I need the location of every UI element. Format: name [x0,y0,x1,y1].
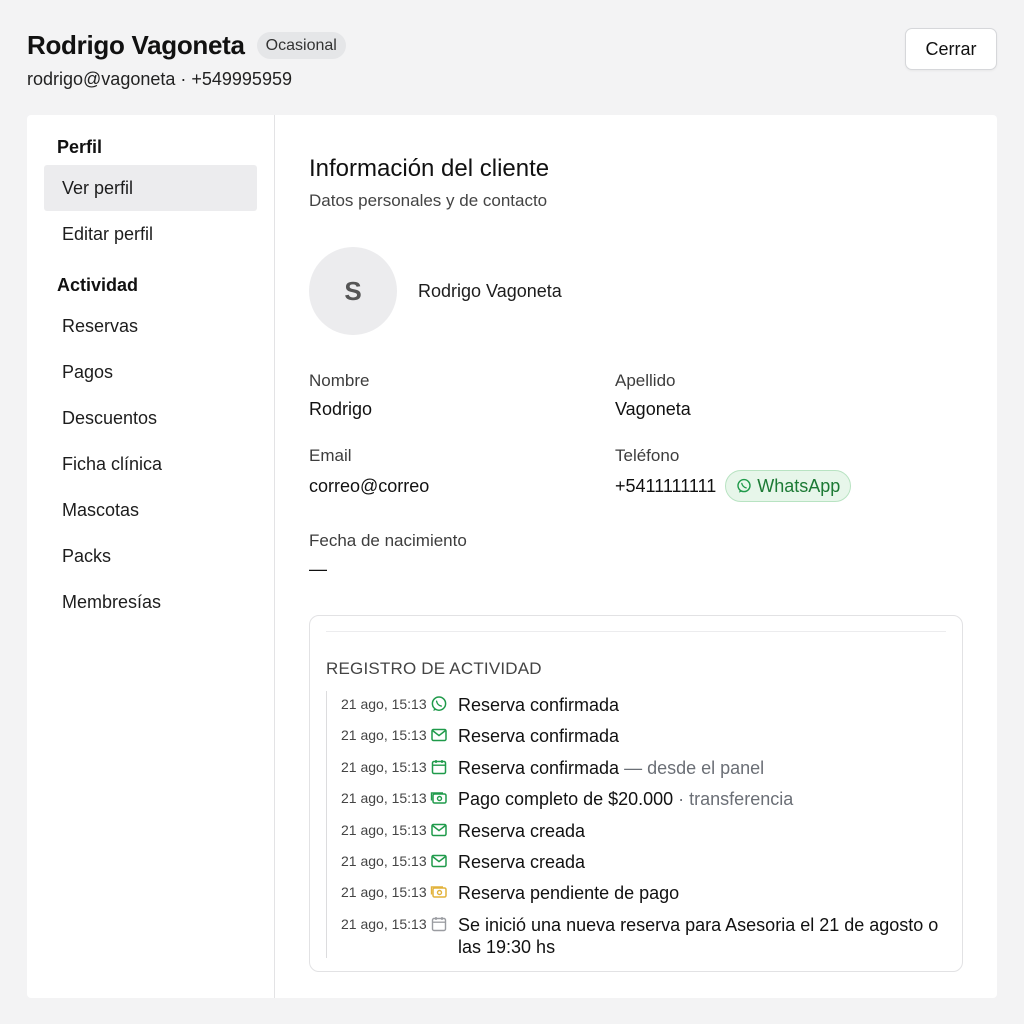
log-text: Reserva creada [458,848,946,873]
log-text: Reserva creada [458,817,946,842]
close-button[interactable]: Cerrar [905,28,997,70]
log-event: Reserva creada [458,820,586,841]
sidebar-section-actividad: Actividad [57,275,139,295]
log-text: Reserva confirmada [458,691,946,716]
log-time: 21 ago, 15:13 [341,915,427,932]
field-apellido: Apellido Vagoneta [615,371,691,420]
log-event: Reserva creada [458,851,586,872]
sidebar-item-mascotas[interactable]: Mascotas [44,487,257,533]
client-contact-subtitle: rodrigo@vagoneta · +549995959 [27,69,292,89]
field-value: Rodrigo [309,399,373,419]
phone-value: +5411111111 [615,475,717,496]
log-text: Reserva pendiente de pago [458,879,946,904]
log-text: Reserva confirmada — desde el panel [458,754,946,779]
sidebar-item-ficha-clinica[interactable]: Ficha clínica [44,441,257,487]
log-time: 21 ago, 15:13 [341,790,427,807]
field-nacimiento: Fecha de nacimiento — [309,531,467,580]
client-name: Rodrigo Vagoneta [27,30,245,60]
sidebar-item-reservas[interactable]: Reservas [44,303,257,349]
section-title: Información del cliente [309,155,550,182]
field-label: Email [309,446,352,465]
log-event: Reserva confirmada [458,757,620,778]
avatar-row: S Rodrigo Vagoneta [309,247,963,335]
activity-log-list: 21 ago, 15:13 Reserva confirmada 21 ago, 1… [326,691,946,958]
sidebar-section-perfil: Perfil [57,137,103,157]
log-detail: · transferencia [673,789,794,810]
activity-log-item: 21 ago, 15:13 Reserva confirmada [341,691,946,722]
whatsapp-icon [430,691,458,718]
sidebar-item-editar-perfil[interactable]: Editar perfil [44,211,257,257]
log-text: Reserva confirmada [458,722,946,747]
log-time: 21 ago, 15:13 [341,758,427,775]
log-text: Se inició una nueva reserva para Asesori… [458,911,946,958]
log-event: Reserva confirmada [458,695,620,715]
title-row: Rodrigo Vagoneta Ocasional [27,30,997,61]
sidebar-item-packs[interactable]: Packs [44,533,257,579]
activity-log-item: 21 ago, 15:13 Reserva creada [341,848,946,879]
field-label: Nombre [309,371,370,390]
activity-log-card: REGISTRO DE ACTIVIDAD 21 ago, 15:13 Reser… [309,615,963,972]
activity-log-item: 21 ago, 15:13 Reserva confirmada [341,722,946,753]
activity-log-item: 21 ago, 15:13 Reserva pendiente de pago [341,879,946,910]
client-fields: Nombre Rodrigo Apellido Vagoneta Email c… [309,371,963,591]
field-label: Apellido [615,371,676,390]
log-time: 21 ago, 15:13 [341,821,427,838]
activity-log-item: 21 ago, 15:13 Reserva confirmada — desde … [341,754,946,785]
client-header: Rodrigo Vagoneta Ocasional rodrigo@vagon… [27,28,997,100]
field-value: Vagoneta [615,399,691,419]
field-telefono: Teléfono +5411111111 WhatsApp [615,446,852,502]
log-event: Pago completo de $20.000 [458,789,674,810]
field-value: — [309,559,327,579]
sidebar-item-descuentos[interactable]: Descuentos [44,395,257,441]
mail-icon [430,722,458,749]
calendar-icon [430,754,458,781]
field-nombre: Nombre Rodrigo [309,371,372,420]
field-email: Email correo@correo [309,446,429,497]
log-text: Pago completo de $20.000 · transferencia [458,785,946,810]
sidebar-item-ver-perfil[interactable]: Ver perfil [44,165,257,211]
mail-icon [430,848,458,875]
activity-log-item: 21 ago, 15:13 Se inició una nueva reserva… [341,911,946,958]
avatar: S [309,247,397,335]
field-value-row: +5411111111 WhatsApp [615,470,852,502]
log-detail: — desde el panel [619,757,765,778]
money-icon [430,785,458,812]
profile-panel: Perfil Ver perfil Editar perfil Activida… [27,115,997,998]
activity-log-item: 21 ago, 15:13 Pago completo de $20.000 · … [341,785,946,816]
field-label: Fecha de nacimiento [309,531,467,550]
mail-icon [430,817,458,844]
log-event: Se inició una nueva reserva para Asesori… [458,914,939,957]
whatsapp-label: WhatsApp [757,476,841,496]
log-time: 21 ago, 15:13 [341,884,427,901]
pending-money-icon [430,879,458,906]
log-event: Reserva confirmada [458,726,620,747]
log-time: 21 ago, 15:13 [341,852,427,869]
log-time: 21 ago, 15:13 [341,696,427,712]
divider [326,631,946,632]
whatsapp-button[interactable]: WhatsApp [725,470,852,502]
section-subtitle: Datos personales y de contacto [309,191,548,210]
activity-log-title: REGISTRO DE ACTIVIDAD [326,659,542,678]
sidebar-item-pagos[interactable]: Pagos [44,349,257,395]
whatsapp-icon [737,478,751,493]
activity-log-item: 21 ago, 15:13 Reserva creada [341,817,946,848]
log-time: 21 ago, 15:13 [341,727,427,744]
client-type-badge: Ocasional [256,32,346,59]
sidebar-item-membresias[interactable]: Membresías [44,579,257,625]
calendar-gray-icon [430,911,458,938]
log-event: Reserva pendiente de pago [458,883,680,904]
field-label: Teléfono [615,446,680,465]
field-value: correo@correo [309,476,430,496]
avatar-name: Rodrigo Vagoneta [418,280,562,301]
sidebar: Perfil Ver perfil Editar perfil Activida… [27,115,275,998]
